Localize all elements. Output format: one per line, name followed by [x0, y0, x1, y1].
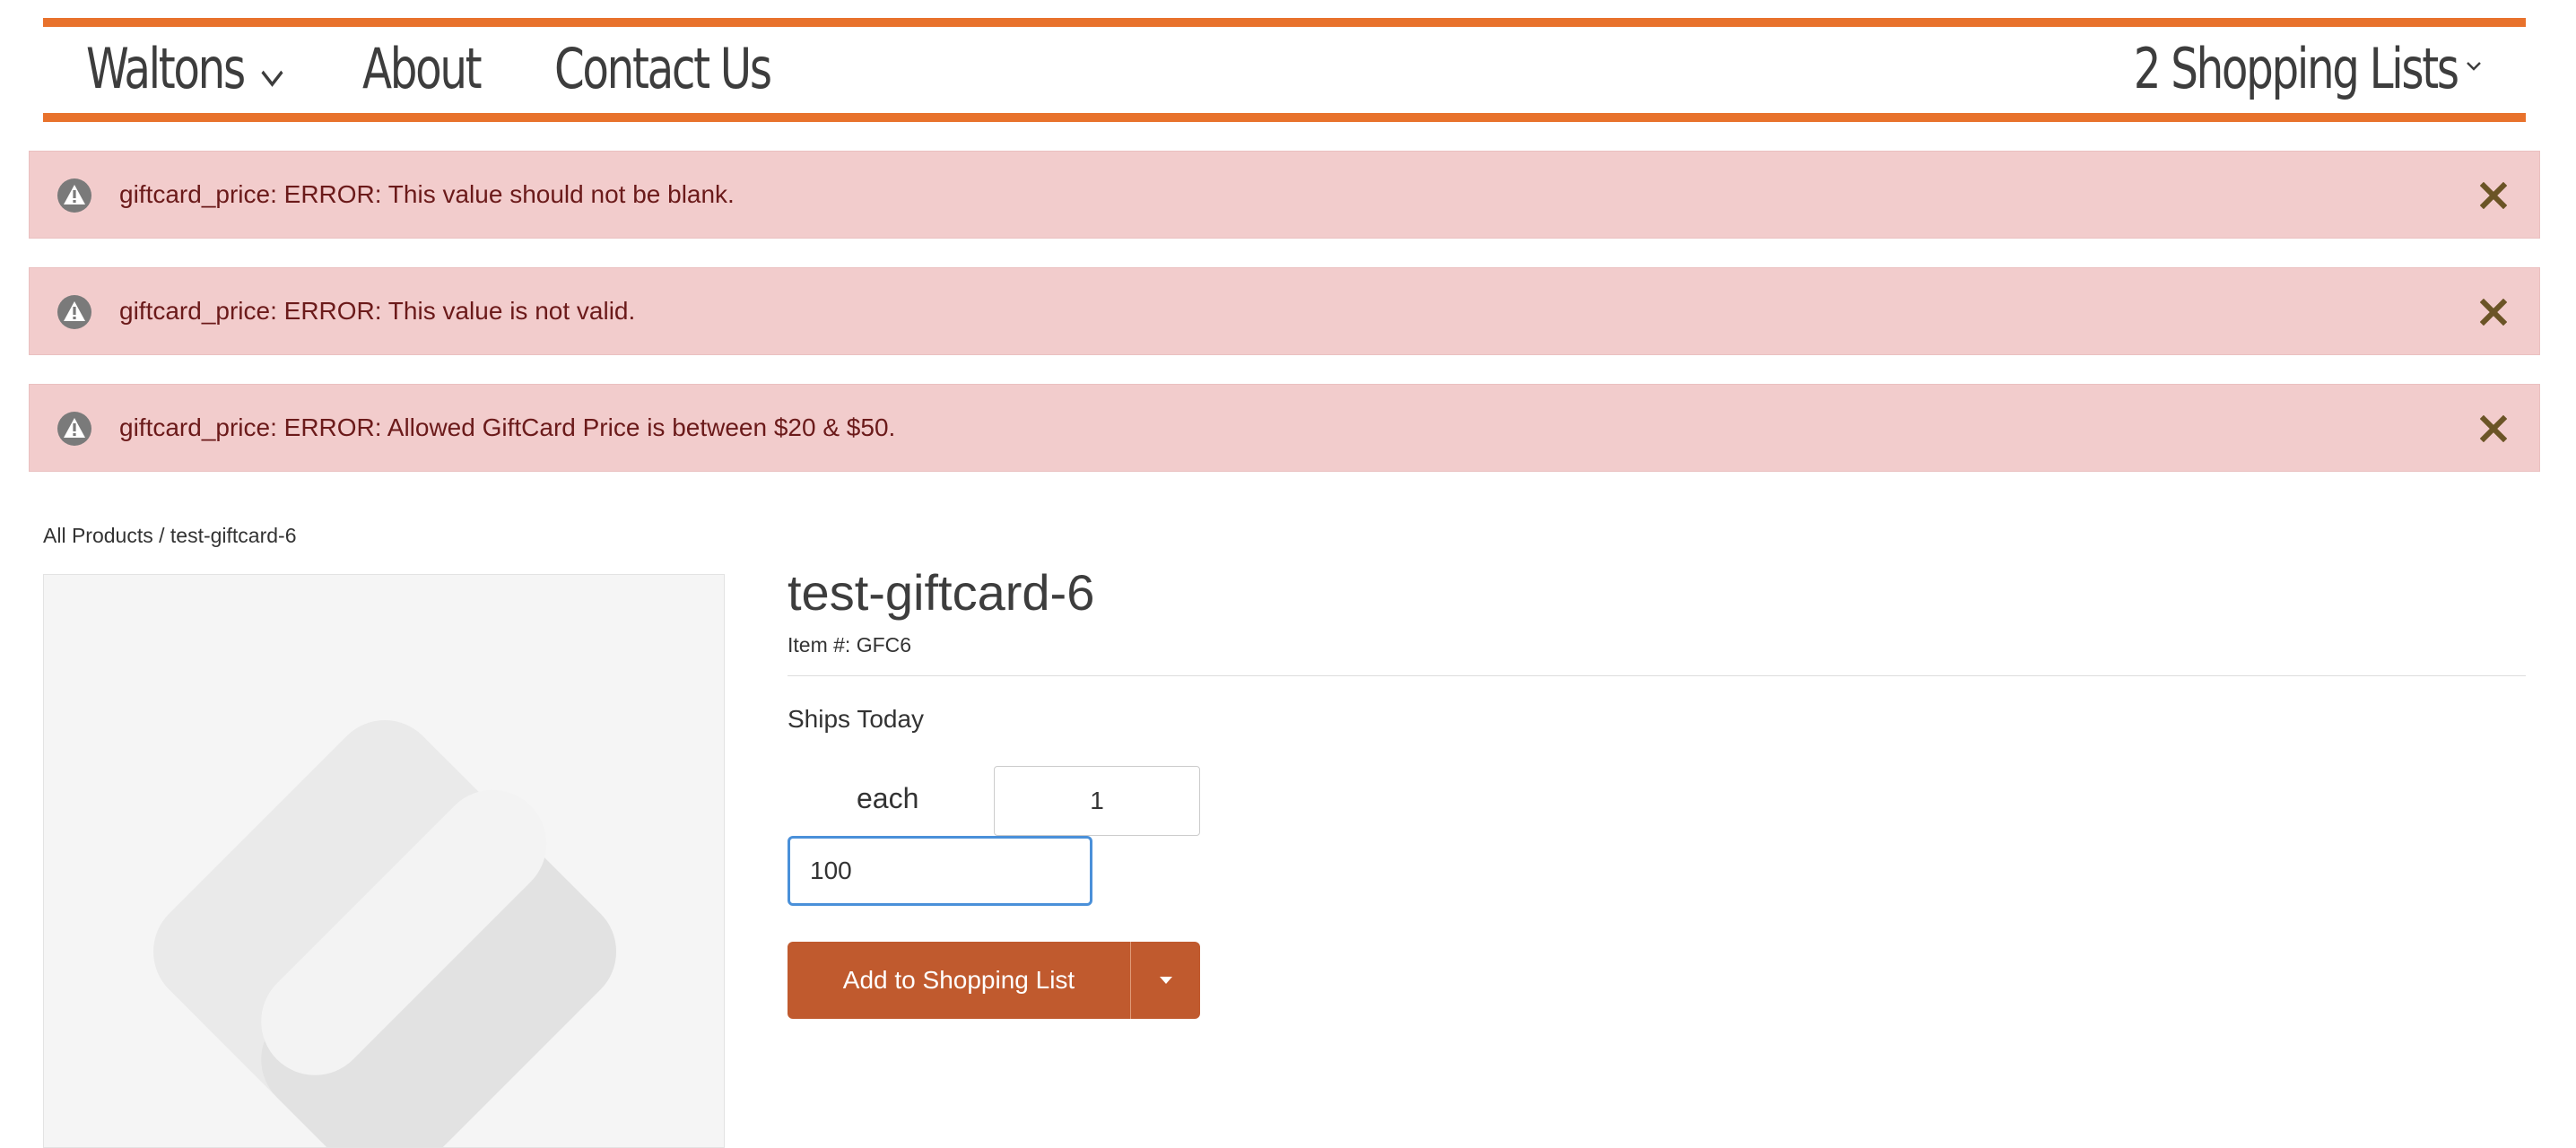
nav-about-link[interactable]: About: [362, 32, 483, 104]
warning-icon: [57, 294, 92, 330]
nav-brand-label: Waltons: [86, 35, 246, 101]
main-navbar: Waltons About Contact Us 2 Shopping List…: [43, 18, 2526, 122]
image-placeholder-icon: [44, 720, 724, 1147]
alert-message: giftcard_price: ERROR: Allowed GiftCard …: [119, 413, 896, 441]
close-icon[interactable]: [2479, 298, 2508, 326]
shopping-lists-dropdown[interactable]: 2 Shopping Lists: [2042, 32, 2483, 104]
giftcard-price-input[interactable]: [788, 836, 1092, 906]
add-to-shopping-list-button[interactable]: Add to Shopping List: [788, 942, 1130, 1019]
availability-status: Ships Today: [788, 705, 925, 733]
nav-brand-dropdown[interactable]: Waltons: [86, 32, 284, 104]
chevron-down-icon: [2465, 60, 2483, 77]
nav-contact-link[interactable]: Contact Us: [554, 32, 772, 104]
quantity-input[interactable]: [994, 766, 1200, 836]
item-number: Item #: GFC6: [788, 633, 912, 657]
breadcrumb-current: test-giftcard-6: [170, 524, 297, 547]
warning-icon: [57, 411, 92, 447]
alert-message: giftcard_price: ERROR: This value should…: [119, 180, 735, 208]
error-alert: giftcard_price: ERROR: Allowed GiftCard …: [29, 384, 2540, 472]
close-icon[interactable]: [2479, 414, 2508, 443]
breadcrumb-separator: /: [152, 524, 170, 547]
close-icon[interactable]: [2479, 181, 2508, 210]
error-alert: giftcard_price: ERROR: This value is not…: [29, 267, 2540, 355]
breadcrumb: All Products / test-giftcard-6: [43, 524, 297, 548]
warning-icon: [57, 178, 92, 213]
product-image: [43, 574, 725, 1148]
error-alert: giftcard_price: ERROR: This value should…: [29, 151, 2540, 239]
shopping-lists-label: 2 Shopping Lists: [2134, 35, 2459, 101]
chevron-down-icon: [261, 36, 285, 101]
breadcrumb-all-products-link[interactable]: All Products: [43, 524, 153, 547]
divider: [788, 675, 2526, 676]
alert-message: giftcard_price: ERROR: This value is not…: [119, 297, 636, 325]
caret-down-icon: [1159, 974, 1173, 987]
shopping-list-dropdown-toggle[interactable]: [1130, 942, 1200, 1019]
unit-label: each: [857, 782, 919, 814]
product-title: test-giftcard-6: [788, 564, 1095, 621]
add-to-list-button-group: Add to Shopping List: [788, 942, 1200, 1019]
